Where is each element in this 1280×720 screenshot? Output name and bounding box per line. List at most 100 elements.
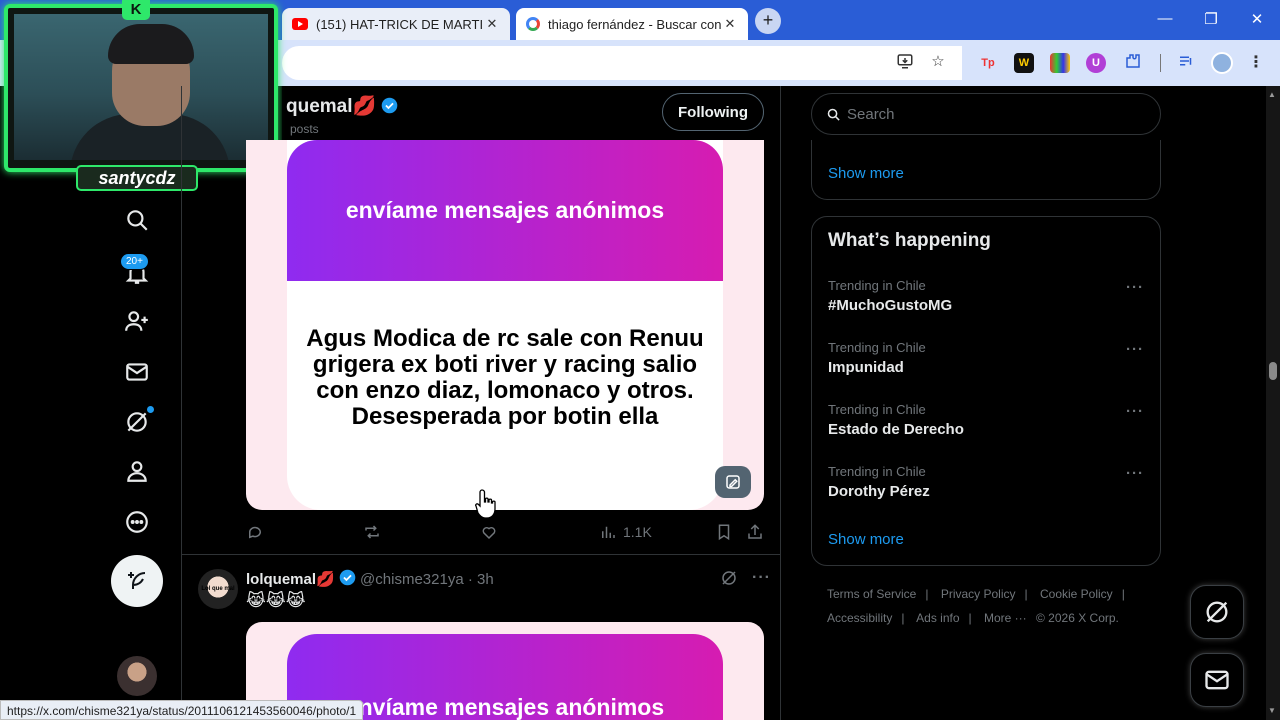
post-divider [182, 554, 780, 555]
more-options-icon[interactable] [121, 506, 153, 538]
reply-icon [249, 526, 261, 539]
like-button[interactable] [480, 522, 498, 542]
terms-link[interactable]: Terms of Service [827, 587, 916, 601]
close-tab-icon[interactable]: ✕ [722, 16, 738, 32]
search-icon [827, 108, 840, 121]
media-queue-icon[interactable] [1175, 52, 1197, 74]
extensions-puzzle-icon[interactable] [1122, 52, 1144, 74]
extension-u-icon[interactable]: U [1086, 53, 1106, 73]
views-count: 1.1K [623, 524, 652, 540]
install-app-icon[interactable] [894, 52, 916, 74]
cookie-link[interactable]: Cookie Policy [1040, 587, 1113, 601]
trends-panel [811, 216, 1161, 566]
verified-badge-icon [382, 97, 398, 114]
verified-badge-icon [339, 569, 356, 586]
trend-more-icon[interactable]: ··· [1126, 465, 1144, 482]
scrollbar-thumb[interactable] [1269, 362, 1277, 380]
ngl-card: envíame mensajes anónimos Agus Modica de… [287, 140, 723, 510]
grok-notification-dot [147, 406, 154, 413]
post-more-icon[interactable]: ··· [752, 569, 771, 592]
trends-title: What’s happening [828, 230, 991, 251]
youtube-icon [292, 18, 308, 30]
repost-button[interactable] [363, 522, 381, 542]
profile-post-count: posts [290, 122, 319, 136]
extension-color-icon[interactable] [1050, 53, 1070, 73]
nav-divider [181, 86, 182, 720]
bookmark-button[interactable] [715, 522, 733, 542]
tab-youtube[interactable]: (151) HAT-TRICK DE MARTINEL ✕ [282, 8, 510, 40]
post-author-name[interactable]: lolquemal💋 [246, 571, 335, 588]
tab-title: (151) HAT-TRICK DE MARTINEL [316, 16, 484, 32]
trend-context: Trending in Chile [828, 464, 926, 479]
follow-person-add-icon[interactable] [121, 305, 153, 337]
webcam-logo: K [122, 0, 150, 20]
scroll-up-arrow[interactable]: ▲ [1268, 90, 1276, 99]
trend-item[interactable]: #MuchoGustoMG [828, 297, 952, 314]
extension-tp-icon[interactable]: Tp [978, 53, 998, 73]
bookmark-icon [718, 524, 730, 541]
feather-plus-icon [128, 572, 146, 589]
minimize-button[interactable]: — [1155, 10, 1175, 27]
scroll-down-arrow[interactable]: ▼ [1268, 706, 1276, 715]
grok-float-button[interactable] [1190, 585, 1244, 639]
messages-float-button[interactable] [1190, 653, 1244, 707]
trend-item[interactable]: Dorothy Pérez [828, 483, 930, 500]
post-author-handle[interactable]: @chisme321ya [360, 571, 464, 588]
webcam-overlay: K santycdz [0, 0, 282, 196]
close-tab-icon[interactable]: ✕ [484, 16, 500, 32]
restore-button[interactable]: ❐ [1201, 10, 1221, 28]
repost-icon [365, 525, 379, 539]
new-post-button[interactable] [111, 555, 163, 607]
trend-more-icon[interactable]: ··· [1126, 341, 1144, 358]
ads-info-link[interactable]: Ads info [916, 611, 959, 625]
trend-more-icon[interactable]: ··· [1126, 279, 1144, 296]
more-link[interactable]: More ··· [984, 611, 1027, 625]
search-input[interactable]: Search [811, 93, 1161, 135]
notifications-badge: 20+ [120, 253, 149, 270]
heart-icon [482, 526, 496, 540]
extension-w-icon[interactable]: W [1014, 53, 1034, 73]
ngl-message: Agus Modica de rc sale con Renuu grigera… [306, 325, 704, 430]
explore-search-icon[interactable] [121, 204, 153, 236]
grok-icon[interactable] [720, 569, 738, 592]
envelope-icon [1205, 670, 1229, 690]
link-status-bar: https://x.com/chisme321ya/status/2011106… [0, 700, 364, 720]
post-header-actions: ··· [720, 569, 771, 592]
accessibility-link[interactable]: Accessibility [827, 611, 892, 625]
page-scrollbar[interactable] [1266, 86, 1280, 720]
tab-google[interactable]: thiago fernández - Buscar con ✕ [516, 8, 748, 40]
bookmark-star-icon[interactable]: ☆ [927, 52, 949, 70]
views-button[interactable]: 1.1K [599, 522, 652, 542]
privacy-link[interactable]: Privacy Policy [941, 587, 1016, 601]
footer-links-row-1: Terms of Service | Privacy Policy | Cookie… [827, 587, 1125, 601]
trend-more-icon[interactable]: ··· [1126, 403, 1144, 420]
trend-context: Trending in Chile [828, 340, 926, 355]
account-avatar[interactable] [117, 656, 157, 696]
trend-item[interactable]: Estado de Derecho [828, 421, 964, 438]
trends-show-more-link[interactable]: Show more [828, 531, 904, 548]
close-window-button[interactable]: ✕ [1247, 10, 1267, 28]
following-button[interactable]: Following [662, 93, 764, 131]
show-more-link[interactable]: Show more [828, 165, 904, 182]
reply-button[interactable] [246, 522, 264, 542]
post-time[interactable]: 3h [477, 571, 494, 588]
post-author-line: lolquemal💋 @chisme321ya · 3h [246, 569, 494, 588]
copyright: © 2026 X Corp. [1036, 611, 1119, 625]
post-author-avatar[interactable]: Lol que mal [198, 569, 238, 609]
address-bar[interactable] [282, 46, 962, 80]
new-tab-button[interactable]: + [755, 8, 781, 34]
column-divider [780, 86, 781, 720]
trend-context: Trending in Chile [828, 402, 926, 417]
messages-envelope-icon[interactable] [121, 356, 153, 388]
footer-links-row-2: Accessibility | Ads info | More ··· © 2026… [827, 611, 1119, 625]
hand-cursor-icon [475, 489, 496, 519]
trend-item[interactable]: Impunidad [828, 359, 904, 376]
profile-person-icon[interactable] [121, 455, 153, 487]
ngl-title: envíame mensajes anónimos [287, 140, 723, 281]
streamer-name: santycdz [76, 165, 198, 191]
browser-menu-icon[interactable]: ⋮ [1248, 52, 1264, 72]
profile-avatar[interactable] [1211, 52, 1233, 74]
post-image[interactable]: envíame mensajes anónimos Agus Modica de… [246, 140, 764, 510]
share-button[interactable] [746, 522, 764, 542]
image-edit-icon[interactable] [715, 466, 751, 498]
